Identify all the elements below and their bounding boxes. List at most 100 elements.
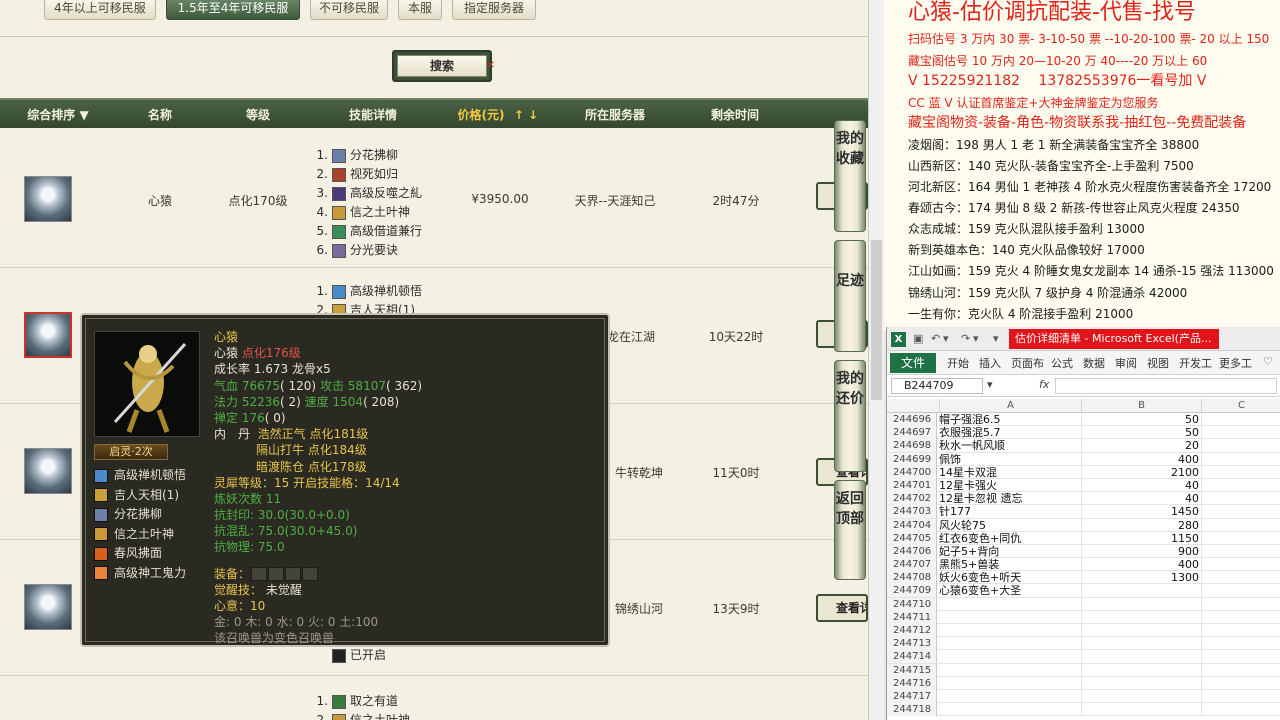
row-header[interactable]: 244699 — [887, 452, 937, 466]
cell-b[interactable]: 20 — [1081, 439, 1199, 452]
sort-dropdown[interactable]: 综合排序 ▼ — [16, 100, 100, 130]
table-row[interactable]: 244700 14星卡双混 2100 — [887, 465, 1280, 479]
tab-review[interactable]: 审阅 — [1115, 355, 1137, 371]
row-header[interactable]: 244701 — [887, 478, 937, 492]
column-header-b[interactable]: B — [1081, 399, 1201, 413]
table-row[interactable]: 244697 衣服强混5.7 50 — [887, 426, 1280, 440]
table-row[interactable]: 244703 针177 1450 — [887, 505, 1280, 519]
cell-a[interactable]: 黑熊5+兽装 — [939, 558, 1079, 571]
table-row[interactable]: 244708 妖火6变色+听天 1300 — [887, 571, 1280, 585]
table-row[interactable]: 244696 帽子强混6.5 50 — [887, 413, 1280, 427]
table-row[interactable]: 244714 — [887, 650, 1280, 664]
row-header[interactable]: 244703 — [887, 505, 937, 519]
cell-b[interactable]: 400 — [1081, 453, 1199, 466]
cell-b[interactable]: 50 — [1081, 413, 1199, 426]
row-header[interactable]: 244697 — [887, 426, 937, 440]
row-header[interactable]: 244710 — [887, 597, 937, 611]
cell-b[interactable]: 2100 — [1081, 466, 1199, 479]
cell-a[interactable]: 风火轮75 — [939, 519, 1079, 532]
cell-a[interactable]: 14星卡双混 — [939, 466, 1079, 479]
table-row[interactable]: 244710 — [887, 597, 1280, 611]
table-row[interactable]: 244704 风火轮75 280 — [887, 518, 1280, 532]
filter-this-server[interactable]: 本服 — [398, 0, 442, 20]
cell-b[interactable]: 400 — [1081, 558, 1199, 571]
table-row[interactable]: 244712 — [887, 624, 1280, 638]
filter-1-5-to-4yr-migrate[interactable]: 1.5年至4年可移民服 — [166, 0, 300, 20]
cell-a[interactable]: 衣服强混5.7 — [939, 426, 1079, 439]
tab-formulas[interactable]: 公式 — [1051, 355, 1073, 371]
table-row[interactable]: 244715 — [887, 663, 1280, 677]
row-header[interactable]: 244700 — [887, 465, 937, 479]
table-row[interactable]: 244718 — [887, 703, 1280, 717]
filter-4yr-migrate[interactable]: 4年以上可移民服 — [44, 0, 156, 20]
table-row[interactable]: 244707 黑熊5+兽装 400 — [887, 558, 1280, 572]
cell-b[interactable]: 40 — [1081, 492, 1199, 505]
table-row[interactable]: 244706 妃子5+背向 900 — [887, 544, 1280, 559]
cell-a[interactable]: 红衣6变色+同仇 — [939, 532, 1079, 545]
ribbon-collapse-icon[interactable]: ♡ — [1263, 355, 1273, 368]
row-header[interactable]: 244707 — [887, 558, 937, 572]
row-header[interactable]: 244705 — [887, 531, 937, 545]
table-row[interactable]: 1. 取之有道 2. 信之土叶神 — [0, 676, 868, 720]
row-header[interactable]: 244711 — [887, 610, 937, 624]
table-row[interactable]: 244716 — [887, 676, 1280, 690]
row-header[interactable]: 244709 — [887, 584, 937, 598]
table-row[interactable]: 244713 — [887, 637, 1280, 651]
row-header[interactable]: 244716 — [887, 676, 937, 690]
cell-a[interactable]: 妃子5+背向 — [939, 545, 1079, 558]
pet-avatar[interactable] — [24, 448, 72, 494]
cell-b[interactable]: 50 — [1081, 426, 1199, 439]
tab-file[interactable]: 文件 — [890, 353, 936, 373]
my-bargain-button[interactable]: 我的还价 — [834, 360, 866, 472]
col-price-sort[interactable]: 价格(元) — [448, 100, 514, 130]
cell-b[interactable]: 1150 — [1081, 532, 1199, 545]
row-header[interactable]: 244718 — [887, 703, 937, 717]
cell-a[interactable]: 秋水一帆风顺 — [939, 439, 1079, 452]
redo-dropdown-icon[interactable]: ▾ — [973, 332, 979, 345]
column-header-a[interactable]: A — [939, 399, 1081, 413]
footprint-button[interactable]: 足迹 — [834, 240, 866, 352]
table-row[interactable]: 244698 秋水一帆风顺 20 — [887, 439, 1280, 453]
save-icon[interactable]: ▣ — [913, 332, 923, 345]
filter-specific-server[interactable]: 指定服务器 — [452, 0, 536, 20]
cell-a[interactable]: 帽子强混6.5 — [939, 413, 1079, 426]
table-row[interactable]: 244711 — [887, 610, 1280, 624]
cell-b[interactable]: 1300 — [1081, 571, 1199, 584]
cell-a[interactable]: 针177 — [939, 505, 1079, 518]
table-row[interactable]: 心猿 点化170级 1. 分花拂柳 2. 视死如归 3. 高级反噬之糺 4. 信之土叶神… — [0, 130, 868, 268]
cell-b[interactable]: 900 — [1081, 545, 1199, 558]
pet-avatar[interactable] — [24, 176, 72, 222]
row-header[interactable]: 244712 — [887, 624, 937, 637]
back-to-top-button[interactable]: 返回顶部 — [834, 480, 866, 580]
row-header[interactable]: 244713 — [887, 637, 937, 651]
table-row[interactable]: 244717 — [887, 689, 1280, 704]
price-sort-arrows-icon[interactable]: ↑ ↓ — [508, 100, 544, 130]
row-header[interactable]: 244714 — [887, 650, 937, 664]
cell-a[interactable]: 12星卡忽视 遗忘 — [939, 492, 1079, 505]
column-header-c[interactable]: C — [1201, 399, 1280, 413]
row-header[interactable]: 244717 — [887, 689, 937, 703]
tab-home[interactable]: 开始 — [947, 355, 969, 371]
row-header[interactable]: 244698 — [887, 439, 937, 453]
name-box[interactable]: B244709 — [891, 378, 983, 394]
table-row[interactable]: 244699 佩饰 400 — [887, 452, 1280, 466]
table-row[interactable]: 244701 12星卡强火 40 — [887, 478, 1280, 493]
tab-insert[interactable]: 插入 — [979, 355, 1001, 371]
tab-view[interactable]: 视图 — [1147, 355, 1169, 371]
namebox-dropdown-icon[interactable]: ▾ — [987, 378, 993, 391]
tab-developer[interactable]: 开发工 — [1179, 355, 1212, 371]
filter-no-migrate[interactable]: 不可移民服 — [310, 0, 388, 20]
function-icon[interactable]: fx — [1039, 378, 1049, 391]
cell-a[interactable]: 妖火6变色+听天 — [939, 571, 1079, 584]
pet-avatar[interactable] — [24, 584, 72, 630]
cell-a[interactable]: 佩饰 — [939, 453, 1079, 466]
cell-b[interactable]: 1450 — [1081, 505, 1199, 518]
tab-data[interactable]: 数据 — [1083, 355, 1105, 371]
cell-a[interactable]: 12星卡强火 — [939, 479, 1079, 492]
formula-input[interactable] — [1055, 378, 1277, 394]
table-row[interactable]: 244709 心猿6变色+大圣 — [887, 584, 1280, 598]
table-row[interactable]: 244702 12星卡忽视 遗忘 40 — [887, 492, 1280, 506]
redo-icon[interactable]: ↷ — [961, 332, 970, 345]
table-row[interactable]: 244705 红衣6变色+同仇 1150 — [887, 531, 1280, 545]
cell-b[interactable]: 40 — [1081, 479, 1199, 492]
